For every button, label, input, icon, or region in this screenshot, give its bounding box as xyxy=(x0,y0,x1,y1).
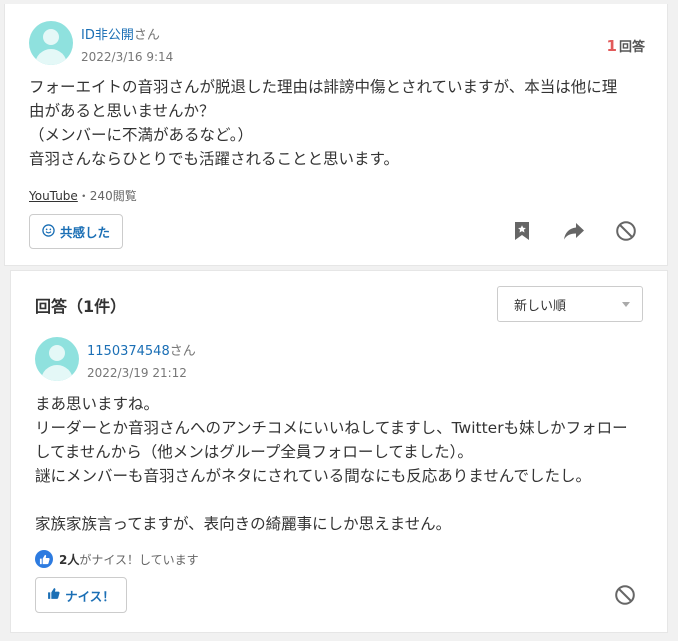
answer-user[interactable]: 1150374548さん xyxy=(87,340,196,359)
answer-count: 1 回答 xyxy=(607,36,645,55)
answer-count-number: 1 xyxy=(606,37,617,55)
answer-body: まあ思いますね。 リーダーとか音羽さんへのアンチコメにいいねしてますし、Twit… xyxy=(35,392,628,536)
sort-select[interactable]: 新しい順 xyxy=(497,286,643,322)
answers-title: 回答（1件） xyxy=(35,297,127,316)
bookmark-icon[interactable] xyxy=(508,217,536,245)
caret-down-icon xyxy=(622,302,630,307)
question-body-line: （メンバーに不満があるなど。） xyxy=(29,126,253,144)
question-body: フォーエイトの音羽さんが脱退した理由は誹謗中傷とされていますが、本当は他に理 由… xyxy=(29,75,617,171)
nice-count: 2人 xyxy=(59,552,80,567)
question-user[interactable]: ID非公開さん xyxy=(81,24,160,43)
question-user-name[interactable]: ID非公開 xyxy=(81,28,134,43)
thumbs-up-icon xyxy=(47,587,60,603)
nice-text: がナイス！しています xyxy=(79,552,199,567)
block-icon[interactable] xyxy=(612,217,640,245)
answer-body-line xyxy=(35,488,628,512)
thumbs-up-icon xyxy=(35,550,53,568)
question-body-line: 由があると思いませんか？ xyxy=(29,102,215,120)
question-card: ID非公開さん 2022/3/16 9:14 1 回答 フォーエイトの音羽さんが脱… xyxy=(4,4,668,266)
question-user-suffix: さん xyxy=(133,28,160,43)
user-avatar-icon[interactable] xyxy=(29,21,73,65)
answer-body-line: 家族家族言ってますが、表向きの綺麗事にしか思えません。 xyxy=(35,515,452,533)
answer-body-line: 謎にメンバーも音羽さんがネタにされている間なにも反応ありませんでしたし。 xyxy=(35,467,591,485)
answer-user-name[interactable]: 1150374548 xyxy=(87,344,170,359)
sort-selected: 新しい順 xyxy=(514,298,567,314)
answer-body-line: してませんから（他メンはグループ全員フォローしてました）。 xyxy=(35,443,473,461)
nice-summary: 2人がナイス！しています xyxy=(35,550,199,568)
question-date: 2022/3/16 9:14 xyxy=(81,50,174,64)
question-body-line: 音羽さんならひとりでも活躍されることと思います。 xyxy=(29,150,399,168)
smile-icon xyxy=(42,223,55,240)
answers-card: 回答（1件） 新しい順 1150374548さん 2022/3/19 21:12… xyxy=(10,270,668,633)
nice-button[interactable]: ナイス！ xyxy=(35,577,127,613)
question-meta: YouTube・240閲覧 xyxy=(29,187,137,204)
share-icon[interactable] xyxy=(560,217,588,245)
user-avatar-icon[interactable] xyxy=(35,337,79,381)
empathy-label: 共感した xyxy=(59,225,110,240)
answer-body-line: まあ思いますね。 xyxy=(35,395,160,413)
question-body-line: フォーエイトの音羽さんが脱退した理由は誹謗中傷とされていますが、本当は他に理 xyxy=(29,78,618,96)
answer-date: 2022/3/19 21:12 xyxy=(87,366,187,380)
answer-count-label: 回答 xyxy=(618,40,645,55)
nice-button-label: ナイス！ xyxy=(65,588,115,604)
view-count: ・240閲覧 xyxy=(77,189,137,203)
category-link[interactable]: YouTube xyxy=(29,189,78,203)
block-icon[interactable] xyxy=(611,581,639,609)
answer-user-suffix: さん xyxy=(169,344,196,359)
answer-body-line: リーダーとか音羽さんへのアンチコメにいいねしてますし、Twitterも妹しかフォ… xyxy=(35,419,628,437)
empathy-button[interactable]: 共感した xyxy=(29,214,123,249)
